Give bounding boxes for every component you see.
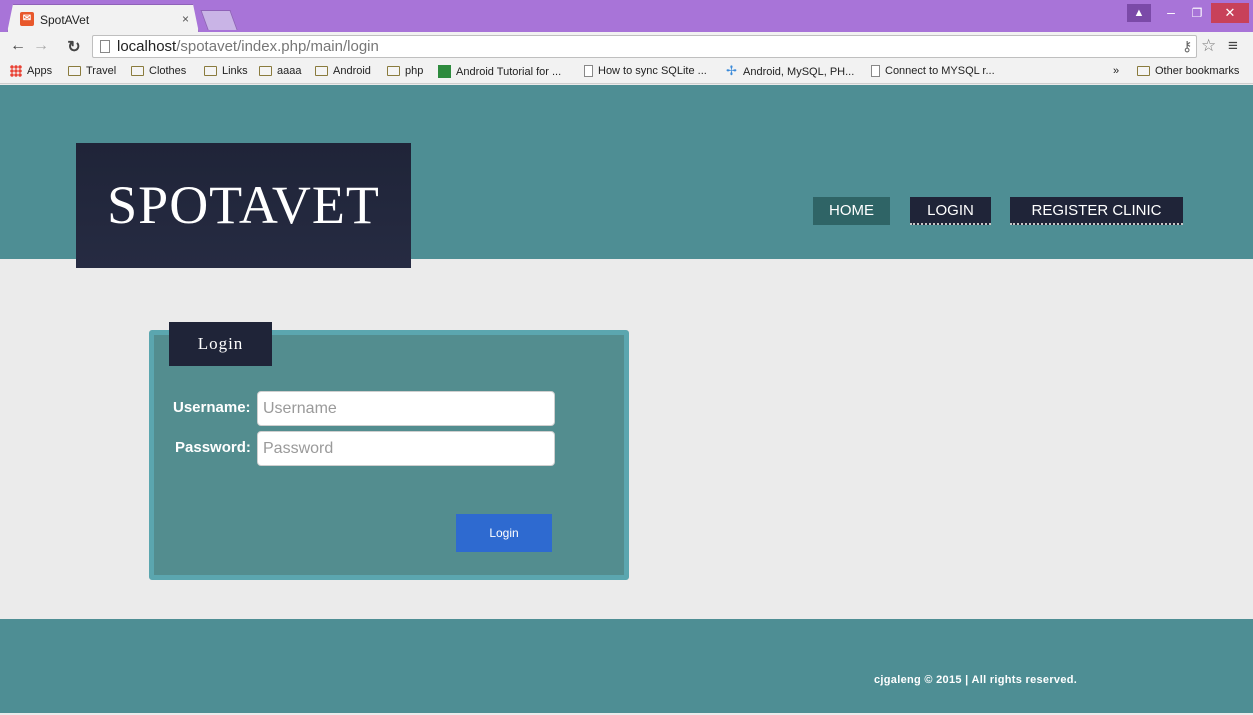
chrome-menu-icon[interactable]: ≡: [1228, 36, 1238, 56]
xampp-favicon-icon: ✉: [20, 12, 34, 26]
url-text: localhost/spotavet/index.php/main/login: [117, 38, 379, 55]
folder-icon: [131, 66, 144, 76]
bookmark-php[interactable]: php: [387, 65, 423, 77]
browser-toolbar: ← → ↻ localhost/spotavet/index.php/main/…: [0, 32, 1253, 60]
bookmark-apps[interactable]: Apps: [10, 65, 52, 77]
site-header: SPOTAVET HOME LOGIN REGISTER CLINIC: [0, 85, 1253, 268]
site-logo[interactable]: SPOTAVET: [76, 143, 411, 268]
browser-titlebar: ✉ SpotAVet × ▲ – ❐ ✕: [0, 0, 1253, 32]
bookmark-connect-mysql[interactable]: Connect to MYSQL r...: [871, 65, 995, 77]
folder-icon: [68, 66, 81, 76]
bookmark-sync-sqlite[interactable]: How to sync SQLite ...: [584, 65, 707, 77]
browser-tab[interactable]: ✉ SpotAVet ×: [7, 4, 199, 33]
bookmark-travel[interactable]: Travel: [68, 65, 116, 77]
new-tab-button[interactable]: [200, 10, 238, 30]
bookmarks-bar: Apps Travel Clothes Links aaaa Android p…: [0, 60, 1253, 84]
minimize-icon[interactable]: –: [1159, 4, 1183, 22]
other-bookmarks[interactable]: Other bookmarks: [1137, 65, 1239, 77]
site-footer: cjgaleng © 2015 | All rights reserved.: [0, 619, 1253, 713]
password-label: Password:: [175, 439, 251, 456]
nav-register-clinic[interactable]: REGISTER CLINIC: [1010, 197, 1183, 225]
tab-close-icon[interactable]: ×: [182, 12, 189, 26]
nav-home[interactable]: HOME: [813, 197, 890, 225]
apps-grid-icon: [10, 65, 22, 77]
page-icon: [871, 65, 880, 77]
bookmark-android-tutorial[interactable]: Android Tutorial for ...: [438, 65, 561, 78]
login-button[interactable]: Login: [456, 514, 552, 552]
login-panel-title: Login: [169, 322, 272, 366]
bookmark-clothes[interactable]: Clothes: [131, 65, 186, 77]
restore-icon[interactable]: ❐: [1185, 4, 1209, 22]
copyright-text: cjgaleng © 2015 | All rights reserved.: [874, 674, 1078, 686]
password-input[interactable]: [257, 431, 555, 466]
username-label: Username:: [173, 399, 251, 416]
bookmark-star-icon[interactable]: ☆: [1201, 36, 1216, 56]
back-icon[interactable]: ←: [8, 37, 28, 55]
bookmark-android[interactable]: Android: [315, 65, 371, 77]
folder-icon: [259, 66, 272, 76]
bookmarks-overflow-button[interactable]: »: [1113, 65, 1119, 77]
bookmark-android-mysql[interactable]: ✢ Android, MySQL, PH...: [726, 63, 854, 78]
bookmark-aaaa[interactable]: aaaa: [259, 65, 301, 77]
page-icon: [100, 40, 110, 53]
folder-icon: [387, 66, 400, 76]
folder-icon: [1137, 66, 1150, 76]
username-input[interactable]: [257, 391, 555, 426]
page-icon: [584, 65, 593, 77]
address-bar[interactable]: localhost/spotavet/index.php/main/login: [92, 35, 1197, 58]
nav-login[interactable]: LOGIN: [910, 197, 991, 225]
site-icon: ✢: [726, 63, 737, 78]
tab-title: SpotAVet: [40, 13, 90, 27]
user-profile-icon[interactable]: ▲: [1127, 4, 1151, 22]
window-close-icon[interactable]: ✕: [1211, 3, 1249, 23]
key-icon[interactable]: ⚷: [1182, 38, 1192, 55]
folder-icon: [315, 66, 328, 76]
folder-icon: [204, 66, 217, 76]
bookmark-links[interactable]: Links: [204, 65, 248, 77]
forward-icon[interactable]: →: [31, 37, 51, 55]
reload-icon[interactable]: ↻: [64, 37, 84, 57]
site-icon: [438, 65, 451, 78]
